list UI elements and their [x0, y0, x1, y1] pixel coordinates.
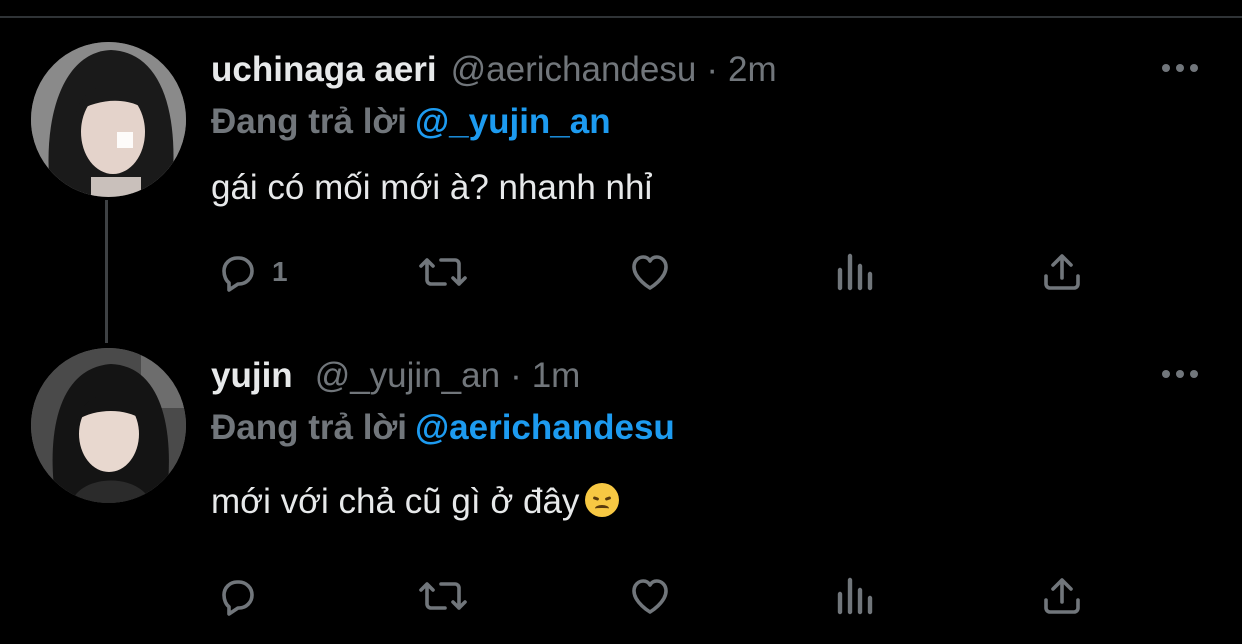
- analytics-button[interactable]: [832, 248, 880, 296]
- like-button[interactable]: [626, 572, 674, 620]
- retweet-button[interactable]: [416, 248, 470, 296]
- retweet-icon: [419, 582, 467, 610]
- like-icon: [632, 579, 668, 614]
- share-button[interactable]: [1038, 248, 1086, 296]
- share-icon: [1044, 578, 1080, 614]
- retweet-icon: [419, 258, 467, 286]
- analytics-button[interactable]: [832, 572, 880, 620]
- more-icon[interactable]: [1158, 364, 1202, 384]
- tweet-text: mới với chả cũ gì ở đây: [211, 482, 580, 521]
- reply-button[interactable]: [214, 572, 272, 620]
- like-icon: [632, 255, 668, 290]
- action-bar: 1: [0, 248, 1242, 298]
- timestamp[interactable]: 2m: [728, 50, 777, 90]
- mention-link[interactable]: @_yujin_an: [415, 102, 611, 141]
- tweet-text-line: mới với chả cũ gì ở đây: [211, 482, 620, 522]
- user-handle[interactable]: @aerichandesu: [451, 50, 697, 90]
- user-handle[interactable]: @_yujin_an: [315, 356, 500, 396]
- share-button[interactable]: [1038, 572, 1086, 620]
- replying-label: Đang trả lời: [211, 408, 408, 447]
- timestamp[interactable]: 1m: [532, 356, 581, 396]
- replying-to-line: Đang trả lời @aerichandesu: [211, 408, 675, 448]
- more-icon[interactable]: [1158, 58, 1202, 78]
- avatar[interactable]: [31, 348, 186, 503]
- analytics-icon: [837, 577, 873, 615]
- reply-count: 1: [272, 256, 288, 287]
- analytics-icon: [837, 253, 873, 291]
- like-button[interactable]: [626, 248, 674, 296]
- display-name[interactable]: yujin: [211, 356, 293, 396]
- replying-to-line: Đang trả lời @_yujin_an: [211, 102, 611, 142]
- replying-label: Đang trả lời: [211, 102, 408, 141]
- avatar[interactable]: [31, 42, 186, 197]
- mention-link[interactable]: @aerichandesu: [415, 408, 675, 447]
- reply-button[interactable]: 1: [214, 248, 288, 296]
- reply-icon: [222, 256, 254, 292]
- tweet-2[interactable]: yujin @_yujin_an · 1m Đang trả lời @aeric…: [0, 306, 1242, 616]
- retweet-button[interactable]: [416, 572, 470, 620]
- tweet-1[interactable]: uchinaga aeri @aerichandesu · 2m Đang tr…: [0, 0, 1242, 300]
- display-name[interactable]: uchinaga aeri: [211, 50, 437, 90]
- reply-icon: [222, 580, 254, 616]
- separator: ·: [706, 50, 718, 89]
- share-icon: [1044, 254, 1080, 290]
- tweet-text: gái có mối mới à? nhanh nhỉ: [211, 168, 653, 207]
- action-bar: [0, 572, 1242, 622]
- disappointed-face-emoji: [585, 483, 620, 517]
- separator: ·: [510, 356, 522, 395]
